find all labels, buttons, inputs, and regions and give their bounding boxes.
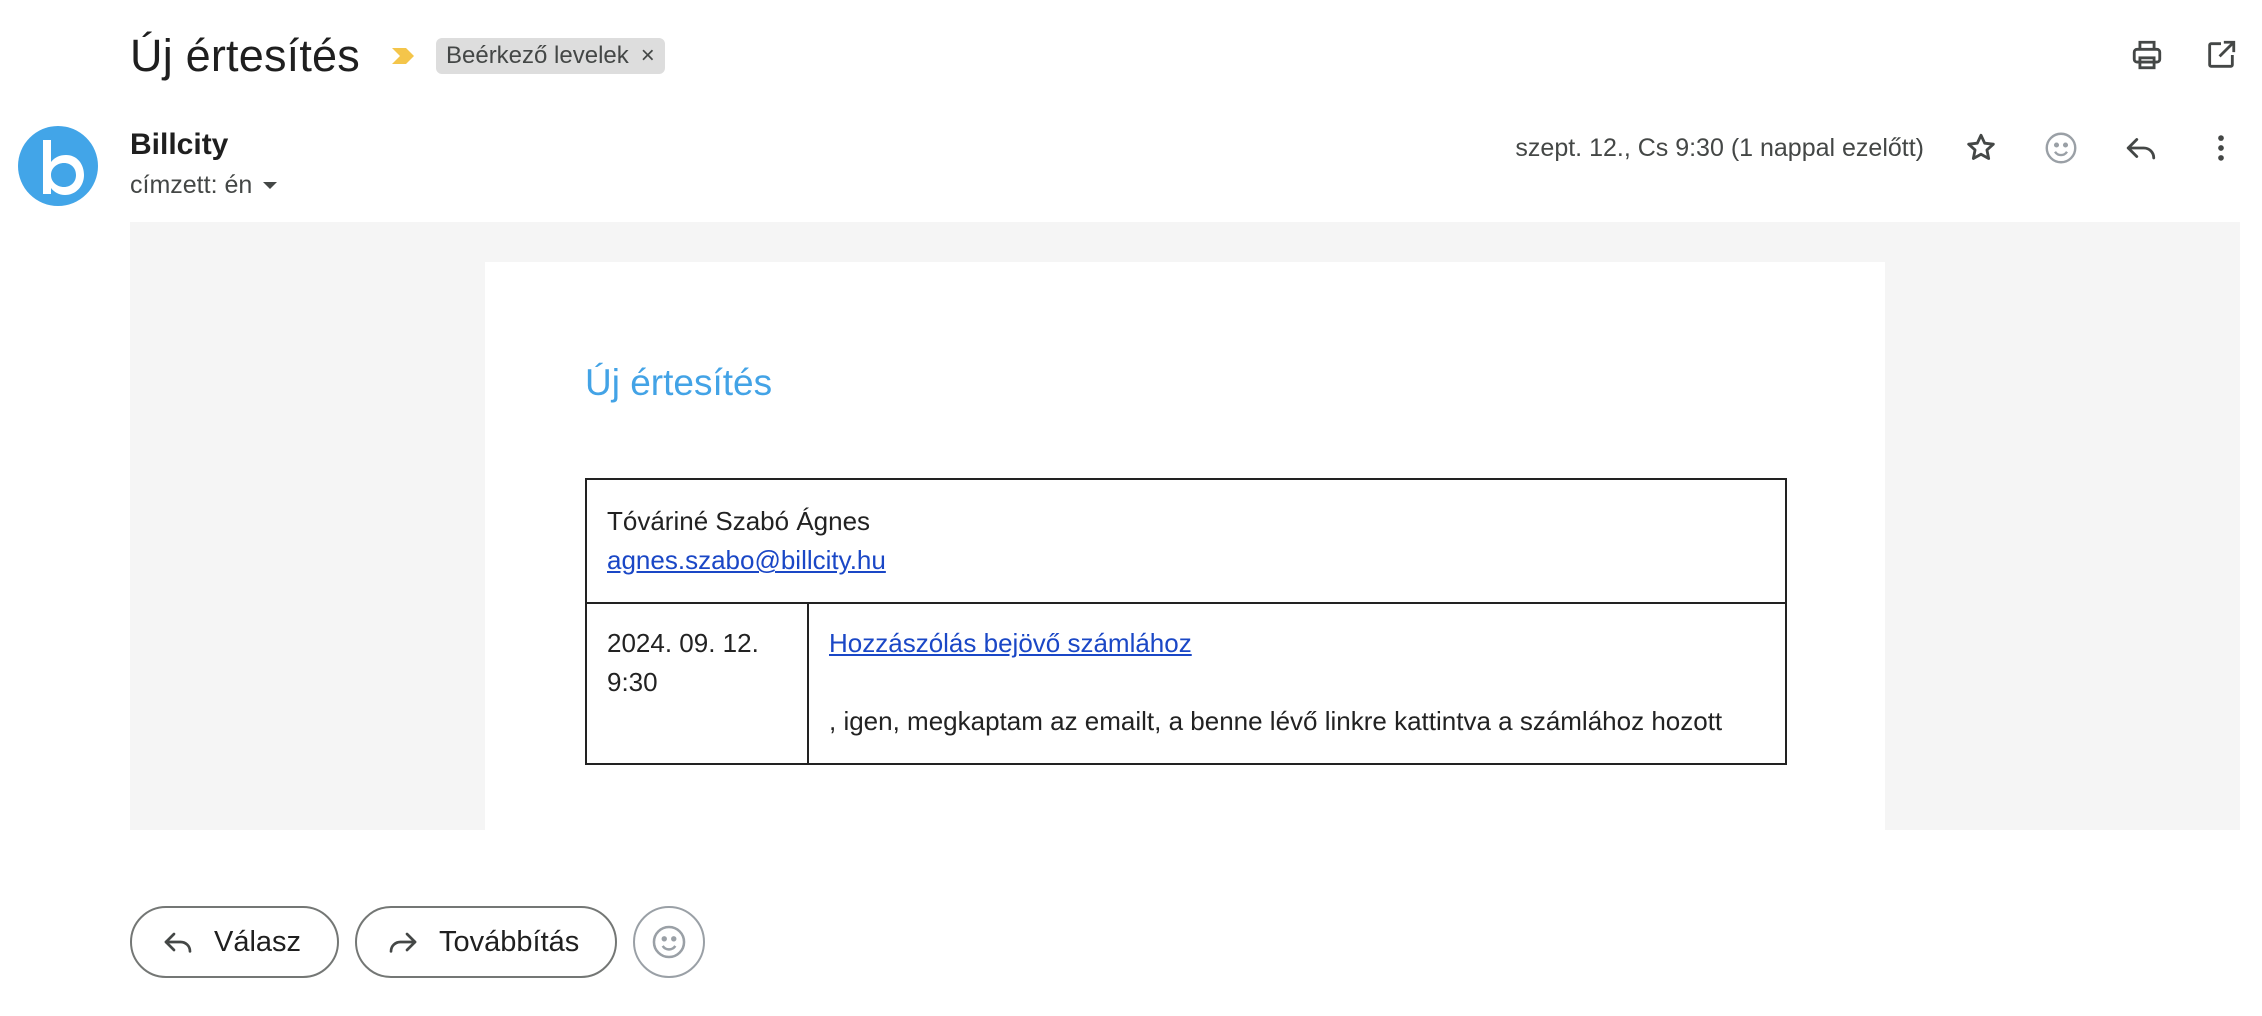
top-actions bbox=[2128, 36, 2240, 74]
author-email-link[interactable]: agnes.szabo@billcity.hu bbox=[607, 545, 886, 575]
emoji-reaction-button[interactable] bbox=[633, 906, 706, 978]
comment-link[interactable]: Hozzászólás bejövő számlához bbox=[829, 628, 1192, 658]
reply-icon bbox=[162, 926, 194, 958]
message-meta: szept. 12., Cs 9:30 (1 nappal ezelőtt) bbox=[1515, 125, 2262, 171]
bottom-actions: Válasz Továbbítás bbox=[130, 906, 706, 978]
emoji-icon bbox=[653, 925, 686, 959]
reply-icon[interactable] bbox=[2122, 129, 2160, 167]
emoji-icon[interactable] bbox=[2042, 129, 2080, 167]
billcity-logo-icon bbox=[43, 140, 84, 195]
message-date: szept. 12., Cs 9:30 (1 nappal ezelőtt) bbox=[1515, 133, 1924, 162]
author-name: Tóváriné Szabó Ágnes bbox=[607, 506, 871, 536]
recipient-details-toggle[interactable]: címzett: én bbox=[130, 171, 278, 200]
email-body-background: Új értesítés Tóváriné Szabó Ágnes agnes.… bbox=[130, 222, 2240, 830]
notification-table: Tóváriné Szabó Ágnes agnes.szabo@billcit… bbox=[585, 478, 1787, 765]
inbox-label-text: Beérkező levelek bbox=[445, 42, 629, 69]
comment-text: , igen, megkaptam az emailt, a benne lév… bbox=[829, 706, 1723, 736]
comment-date-cell: 2024. 09. 12. 9:30 bbox=[585, 602, 809, 765]
reply-button-label: Válasz bbox=[214, 925, 302, 958]
comment-cell: Hozzászólás bejövő számlához , igen, meg… bbox=[807, 602, 1787, 765]
author-row: Tóváriné Szabó Ágnes agnes.szabo@billcit… bbox=[585, 478, 1787, 604]
importance-marker-icon[interactable] bbox=[390, 44, 418, 68]
forward-button-label: Továbbítás bbox=[439, 925, 580, 958]
reply-button[interactable]: Válasz bbox=[130, 906, 340, 978]
sender-name[interactable]: Billcity bbox=[130, 128, 228, 162]
comment-row: 2024. 09. 12. 9:30 Hozzászólás bejövő sz… bbox=[585, 602, 1787, 765]
remove-label-button[interactable]: × bbox=[641, 44, 655, 68]
recipient-label: címzett: én bbox=[130, 171, 253, 199]
forward-icon bbox=[387, 926, 419, 958]
sender-avatar[interactable] bbox=[18, 126, 98, 206]
print-icon[interactable] bbox=[2128, 36, 2166, 74]
star-icon[interactable] bbox=[1962, 129, 2000, 167]
more-vert-icon[interactable] bbox=[2202, 129, 2240, 167]
subject-row: Új értesítés Beérkező levelek × bbox=[130, 26, 665, 86]
inbox-label-chip[interactable]: Beérkező levelek × bbox=[435, 38, 665, 74]
comment-time: 9:30 bbox=[607, 667, 658, 697]
comment-date: 2024. 09. 12. bbox=[607, 628, 759, 658]
chevron-down-icon bbox=[263, 181, 278, 189]
forward-button[interactable]: Továbbítás bbox=[355, 906, 618, 978]
notification-title: Új értesítés bbox=[585, 362, 773, 403]
author-cell: Tóváriné Szabó Ágnes agnes.szabo@billcit… bbox=[585, 478, 1787, 604]
email-content-card: Új értesítés Tóváriné Szabó Ágnes agnes.… bbox=[485, 262, 1885, 830]
email-subject: Új értesítés bbox=[130, 30, 360, 81]
open-in-new-window-icon[interactable] bbox=[2202, 36, 2240, 74]
